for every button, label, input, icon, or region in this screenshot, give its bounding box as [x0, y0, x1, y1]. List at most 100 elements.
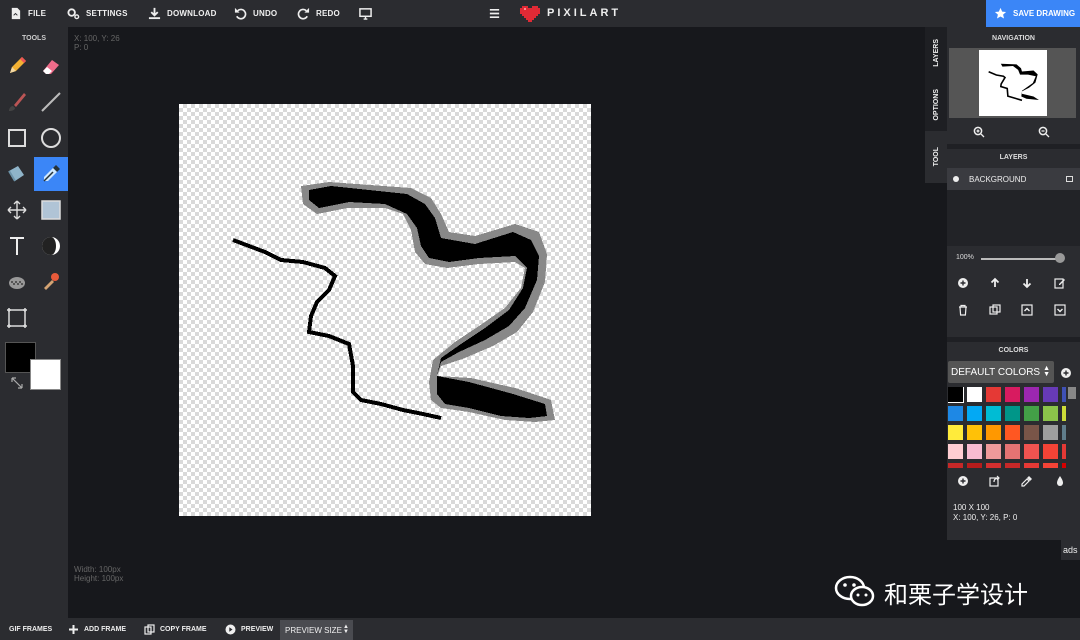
layer-item-background[interactable]: BACKGROUND: [947, 168, 1080, 190]
color-swatch[interactable]: [1062, 387, 1066, 402]
select-tool[interactable]: [34, 193, 68, 227]
swap-colors-icon[interactable]: [10, 376, 24, 390]
eyedropper-tool[interactable]: [34, 157, 68, 191]
color-swatch[interactable]: [1024, 387, 1039, 402]
color-swatch[interactable]: [1005, 387, 1020, 402]
preview-size-select[interactable]: PREVIEW SIZE ▲ ▼: [280, 620, 353, 640]
color-swatch[interactable]: [1005, 444, 1020, 459]
move-tool[interactable]: [0, 193, 34, 227]
brush-tool[interactable]: [0, 85, 34, 119]
tab-options-label: OPTIONS: [932, 89, 940, 121]
color-swatch[interactable]: [1043, 387, 1058, 402]
move-icon: [7, 200, 27, 220]
color-swatch[interactable]: [948, 425, 963, 440]
color-swatch[interactable]: [1005, 463, 1020, 468]
color-swatch[interactable]: [1043, 444, 1058, 459]
color-swatch[interactable]: [948, 463, 963, 468]
color-swatch[interactable]: [967, 406, 982, 421]
palette-select[interactable]: DEFAULT COLORS ▲ ▼: [948, 361, 1054, 383]
layer-settings-icon[interactable]: [1066, 176, 1073, 182]
text-tool[interactable]: [0, 229, 34, 263]
color-picker-icon[interactable]: [1021, 475, 1033, 487]
file-label: FILE: [28, 9, 47, 18]
file-menu[interactable]: FILE: [9, 0, 46, 27]
color-swatch[interactable]: [948, 406, 963, 421]
zoom-in-icon[interactable]: [973, 126, 985, 138]
bucket-tool[interactable]: [0, 157, 34, 191]
gif-frames-button[interactable]: GIF FRAMES: [9, 618, 52, 640]
color-swatch[interactable]: [986, 406, 1001, 421]
color-swatch[interactable]: [1043, 406, 1058, 421]
palette-scrollbar[interactable]: [1068, 387, 1076, 399]
move-layer-down-icon[interactable]: [1021, 277, 1033, 289]
color-swatch[interactable]: [967, 463, 982, 468]
shade-tool[interactable]: [34, 229, 68, 263]
line-icon: [41, 92, 61, 112]
duplicate-layer-icon[interactable]: [989, 304, 1001, 316]
share-palette-icon[interactable]: [989, 475, 1001, 487]
dither-tool[interactable]: [0, 265, 34, 299]
opacity-slider-handle[interactable]: [1055, 253, 1065, 263]
add-color-icon[interactable]: [957, 475, 969, 487]
rectangle-tool[interactable]: [0, 121, 34, 155]
color-swatch[interactable]: [1024, 406, 1039, 421]
color-swatch[interactable]: [1024, 463, 1039, 468]
color-swatch[interactable]: [1024, 425, 1039, 440]
eraser-tool[interactable]: [34, 49, 68, 83]
line-tool[interactable]: [34, 85, 68, 119]
undo-button[interactable]: UNDO: [234, 0, 277, 27]
edit-layer-icon[interactable]: [1054, 277, 1066, 289]
color-swatch[interactable]: [1062, 406, 1066, 421]
color-swatch[interactable]: [1062, 444, 1066, 459]
redo-button[interactable]: REDO: [297, 0, 340, 27]
merge-down-icon[interactable]: [1054, 304, 1066, 316]
zoom-out-icon[interactable]: [1038, 126, 1050, 138]
color-swatch[interactable]: [1005, 406, 1020, 421]
copy-frame-button[interactable]: COPY FRAME: [144, 618, 207, 640]
pencil-tool[interactable]: [0, 49, 34, 83]
add-palette-icon[interactable]: [1060, 367, 1072, 379]
stamp-tool[interactable]: [34, 265, 68, 299]
settings-button[interactable]: SETTINGS: [67, 0, 128, 27]
color-swatch[interactable]: [986, 387, 1001, 402]
color-swatch[interactable]: [1024, 444, 1039, 459]
fullscreen-button[interactable]: [359, 0, 372, 27]
color-swatch[interactable]: [1062, 425, 1066, 440]
tab-tool[interactable]: TOOL: [925, 131, 947, 183]
color-swatch[interactable]: [948, 444, 963, 459]
color-swatch[interactable]: [948, 387, 964, 403]
redo-label: REDO: [316, 9, 340, 18]
drawing-canvas[interactable]: [179, 104, 591, 516]
color-drop-icon[interactable]: [1054, 475, 1066, 487]
hamburger-menu-button[interactable]: [488, 0, 501, 27]
redo-icon: [297, 7, 310, 20]
color-swatch[interactable]: [986, 444, 1001, 459]
circle-tool[interactable]: [34, 121, 68, 155]
color-swatch[interactable]: [986, 425, 1001, 440]
ads-tab[interactable]: ads: [1061, 540, 1080, 560]
add-frame-button[interactable]: ADD FRAME: [68, 618, 126, 640]
pixel-heart-icon: [520, 6, 540, 22]
save-drawing-button[interactable]: SAVE DRAWING: [986, 0, 1080, 27]
move-layer-up-icon[interactable]: [989, 277, 1001, 289]
merge-up-icon[interactable]: [1021, 304, 1033, 316]
color-swatch[interactable]: [1043, 425, 1058, 440]
color-swatch[interactable]: [1005, 425, 1020, 440]
color-swatch[interactable]: [986, 463, 1001, 468]
layer-visible-dot[interactable]: [953, 176, 959, 182]
preview-button[interactable]: PREVIEW: [225, 618, 273, 640]
opacity-slider-track[interactable]: [981, 258, 1061, 260]
delete-layer-icon[interactable]: [957, 304, 969, 316]
crop-tool[interactable]: [0, 301, 34, 335]
tab-layers[interactable]: LAYERS: [925, 27, 947, 79]
color-swatch[interactable]: [967, 444, 982, 459]
tab-options[interactable]: OPTIONS: [925, 79, 947, 131]
color-swatch[interactable]: [967, 425, 982, 440]
color-swatch[interactable]: [1043, 463, 1058, 468]
color-swatch[interactable]: [967, 387, 982, 402]
navigation-preview[interactable]: [949, 48, 1076, 118]
secondary-color-swatch[interactable]: [30, 359, 61, 390]
download-button[interactable]: DOWNLOAD: [148, 0, 217, 27]
add-layer-icon[interactable]: [957, 277, 969, 289]
color-swatch[interactable]: [1062, 463, 1066, 468]
